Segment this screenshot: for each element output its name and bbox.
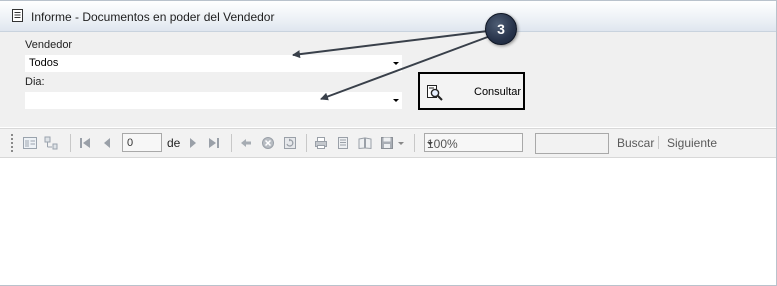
toolbar-separator [306,134,307,152]
report-content-area [0,158,776,285]
previous-page-icon[interactable] [100,136,114,150]
refresh-icon[interactable] [283,136,297,150]
dropdown-arrow-icon[interactable] [393,62,399,65]
document-search-icon [427,85,443,101]
toolbar-grip[interactable] [11,134,13,152]
print-icon[interactable] [314,136,328,150]
zoom-select[interactable]: 100% [424,133,523,152]
parent-report-icon[interactable] [44,136,58,150]
consultar-button[interactable]: Consultar [418,72,525,110]
toolbar-separator [231,134,232,152]
find-link[interactable]: Buscar [617,136,654,150]
window-title: Informe - Documentos en poder del Vended… [31,10,275,24]
report-window: Informe - Documentos en poder del Vended… [0,0,777,286]
annotation-callout-badge: 3 [485,13,517,45]
back-icon[interactable] [239,136,253,150]
first-page-icon[interactable] [78,136,92,150]
toolbar-separator [414,134,415,152]
export-save-icon[interactable] [380,136,394,150]
find-next-link[interactable]: Siguiente [667,136,717,150]
annotation-number: 3 [497,21,505,37]
title-bar: Informe - Documentos en poder del Vended… [0,1,776,32]
vendedor-label: Vendedor [25,39,73,51]
print-layout-icon[interactable] [336,136,350,150]
toolbar-separator [70,134,71,152]
next-page-icon[interactable] [186,136,200,150]
document-icon [12,9,23,22]
dia-label: Dia: [25,76,45,88]
find-text-input[interactable] [535,133,609,154]
vendedor-dropdown[interactable]: Todos [24,54,403,73]
page-number-value: 0 [127,137,134,149]
export-dropdown-arrow-icon[interactable] [398,142,404,145]
consultar-label: Consultar [474,86,522,98]
dropdown-arrow-icon[interactable] [427,142,433,145]
document-map-icon[interactable] [23,136,37,150]
page-of-label: de [167,136,181,150]
parameters-panel: Vendedor Todos Dia: Consultar [0,32,776,127]
dia-dropdown[interactable] [24,91,403,110]
toolbar-separator [658,136,659,149]
stop-icon[interactable] [261,136,275,150]
vendedor-selected-value: Todos [29,57,59,69]
report-viewer-toolbar: 0 de 100% Buscar Siguiente [0,128,776,158]
last-page-icon[interactable] [207,136,221,150]
page-setup-icon[interactable] [358,136,372,150]
dropdown-arrow-icon[interactable] [393,99,399,102]
page-number-input[interactable]: 0 [122,133,162,152]
